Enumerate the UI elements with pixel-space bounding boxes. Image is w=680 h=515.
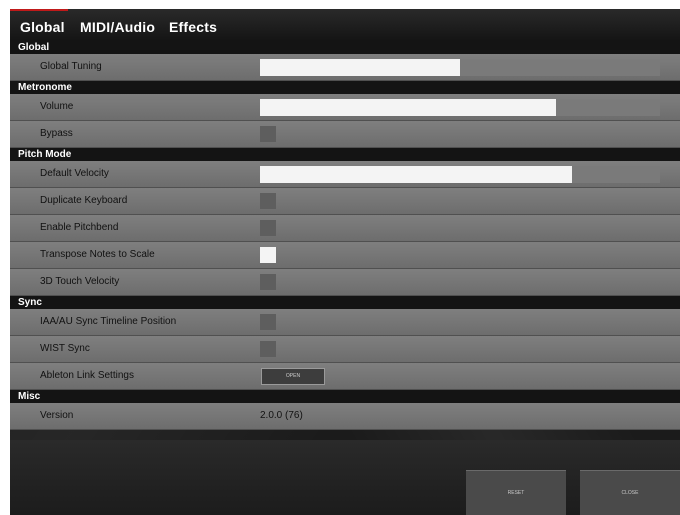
slider-fill	[260, 166, 572, 183]
row-3d-touch-velocity: 3D Touch Velocity	[10, 269, 680, 296]
row-duplicate-keyboard: Duplicate Keyboard	[10, 188, 680, 215]
tab-global[interactable]: Global	[10, 9, 68, 41]
row-label: Default Velocity	[40, 168, 109, 179]
row-volume: Volume	[10, 94, 680, 121]
row-version: Version 2.0.0 (76)	[10, 403, 680, 430]
settings-list: Global Global Tuning Metronome Volume By…	[10, 41, 680, 430]
section-header-misc: Misc	[10, 390, 680, 403]
global-tuning-slider[interactable]	[260, 59, 660, 76]
row-transpose-notes: Transpose Notes to Scale	[10, 242, 680, 269]
3d-touch-velocity-toggle[interactable]	[260, 274, 276, 290]
version-value: 2.0.0 (76)	[260, 410, 303, 421]
section-header-global: Global	[10, 41, 680, 54]
duplicate-keyboard-toggle[interactable]	[260, 193, 276, 209]
ableton-link-open-button[interactable]: OPEN	[261, 368, 325, 385]
row-global-tuning: Global Tuning	[10, 54, 680, 81]
row-bypass: Bypass	[10, 121, 680, 148]
transpose-notes-toggle[interactable]	[260, 247, 276, 263]
bypass-toggle[interactable]	[260, 126, 276, 142]
row-label: Ableton Link Settings	[40, 370, 134, 381]
row-label: 3D Touch Velocity	[40, 276, 120, 287]
wist-sync-toggle[interactable]	[260, 341, 276, 357]
row-label: Bypass	[40, 128, 73, 139]
row-label: Version	[40, 410, 74, 421]
row-enable-pitchbend: Enable Pitchbend	[10, 215, 680, 242]
row-label: WIST Sync	[40, 343, 90, 354]
row-label: Global Tuning	[40, 61, 102, 72]
enable-pitchbend-toggle[interactable]	[260, 220, 276, 236]
reset-button[interactable]: RESET	[466, 470, 566, 515]
section-header-pitch-mode: Pitch Mode	[10, 148, 680, 161]
row-label: Volume	[40, 101, 74, 112]
close-button[interactable]: CLOSE	[580, 470, 680, 515]
tab-midi-audio[interactable]: MIDI/Audio	[80, 9, 155, 41]
row-default-velocity: Default Velocity	[10, 161, 680, 188]
settings-screen: Global MIDI/Audio Effects Global Global …	[10, 9, 680, 515]
tab-effects[interactable]: Effects	[169, 9, 217, 41]
slider-fill	[260, 59, 460, 76]
slider-fill	[260, 99, 556, 116]
row-label: IAA/AU Sync Timeline Position	[40, 316, 177, 327]
row-label: Transpose Notes to Scale	[40, 249, 155, 260]
row-iaa-au-sync: IAA/AU Sync Timeline Position	[10, 309, 680, 336]
row-label: Duplicate Keyboard	[40, 195, 128, 206]
tab-bar: Global MIDI/Audio Effects	[10, 9, 680, 41]
row-wist-sync: WIST Sync	[10, 336, 680, 363]
iaa-au-sync-toggle[interactable]	[260, 314, 276, 330]
row-label: Enable Pitchbend	[40, 222, 119, 233]
default-velocity-slider[interactable]	[260, 166, 660, 183]
volume-slider[interactable]	[260, 99, 660, 116]
row-ableton-link: Ableton Link Settings OPEN	[10, 363, 680, 390]
section-header-sync: Sync	[10, 296, 680, 309]
section-header-metronome: Metronome	[10, 81, 680, 94]
